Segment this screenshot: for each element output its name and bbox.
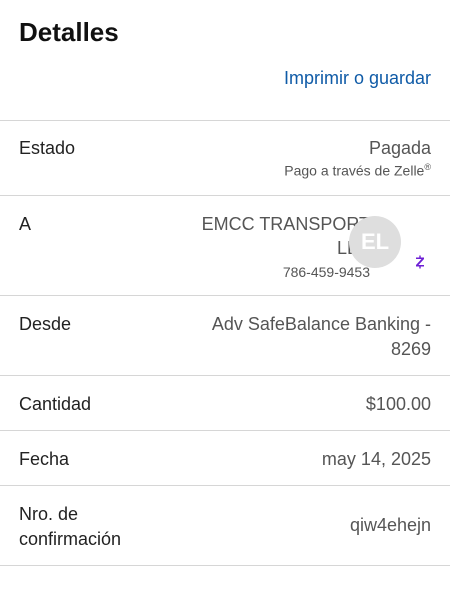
divider: [0, 565, 450, 566]
page-title: Detalles: [19, 17, 119, 47]
zelle-icon: [416, 255, 424, 269]
divider: [0, 430, 450, 431]
recipient-name-line1: EMCC TRANSPORT: [201, 214, 370, 234]
date-value: may 14, 2025: [321, 449, 431, 469]
amount-label: Cantidad: [19, 394, 92, 414]
from-account-line1: Adv SafeBalance Banking -: [211, 314, 431, 334]
status-value: Pagada: [368, 138, 431, 158]
date-label: Fecha: [19, 449, 70, 469]
divider: [0, 375, 450, 376]
divider: [0, 195, 450, 196]
payment-method-note: Pago a través de Zelle®: [284, 162, 431, 179]
confirmation-number: qiw4ehejn: [349, 515, 431, 535]
confirmation-label-line1: Nro. de: [19, 504, 79, 524]
divider: [0, 120, 450, 121]
confirmation-label-line2: confirmación: [19, 529, 122, 549]
divider: [0, 485, 450, 486]
divider: [0, 295, 450, 296]
avatar: EL: [349, 216, 401, 268]
from-label: Desde: [19, 314, 72, 334]
status-label: Estado: [19, 138, 76, 158]
recipient-label: A: [19, 214, 32, 234]
amount-value: $100.00: [365, 394, 431, 414]
print-or-save-link[interactable]: Imprimir o guardar: [284, 68, 431, 89]
from-account-line2: 8269: [390, 339, 431, 359]
recipient-phone: 786-459-9453: [282, 264, 370, 280]
